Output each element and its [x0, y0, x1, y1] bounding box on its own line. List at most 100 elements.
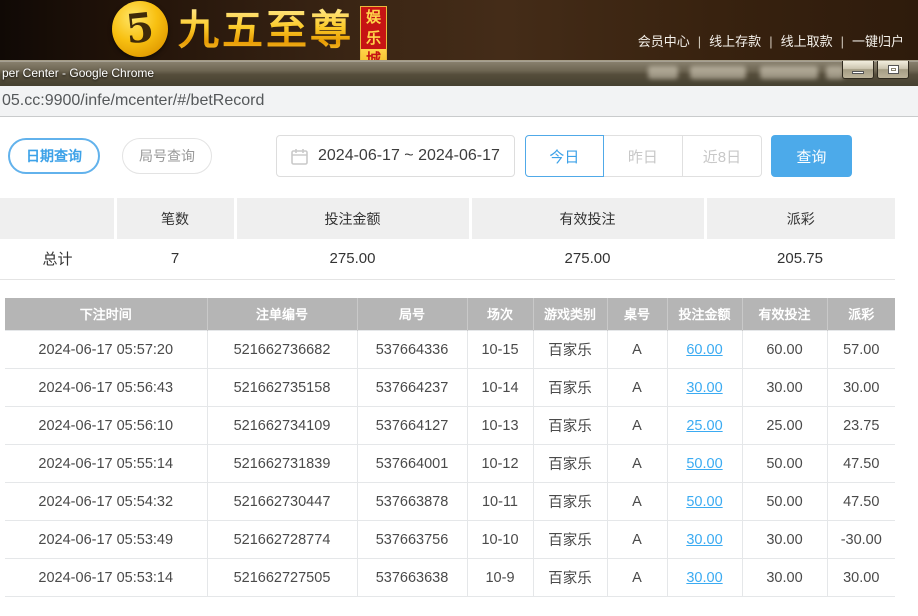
redacted-blob	[760, 66, 818, 79]
nav-link-3[interactable]: 线上取款	[781, 34, 833, 49]
bet-table-header-cell: 派彩	[827, 298, 895, 331]
summary-total-label: 总计	[0, 239, 115, 279]
bet-cell: A	[607, 521, 667, 559]
bet-cell: 47.50	[827, 483, 895, 521]
redacted-blob	[648, 66, 678, 79]
bet-amount-link[interactable]: 60.00	[686, 342, 722, 358]
bet-amount-link[interactable]: 25.00	[686, 418, 722, 434]
bet-cell: 百家乐	[533, 445, 607, 483]
bet-cell: 537663638	[357, 559, 467, 597]
bet-cell: A	[607, 445, 667, 483]
bet-cell: 537664336	[357, 331, 467, 369]
bet-cell: 60.00	[742, 331, 827, 369]
bet-cell: 2024-06-17 05:53:49	[5, 521, 207, 559]
bet-cell: 30.00	[827, 369, 895, 407]
maximize-button[interactable]	[877, 61, 909, 79]
nav-separator: |	[841, 34, 844, 49]
bet-table-header-cell: 桌号	[607, 298, 667, 331]
bet-cell: 10-14	[467, 369, 533, 407]
bet-cell: 30.00	[742, 521, 827, 559]
bet-cell: 百家乐	[533, 559, 607, 597]
nav-link-1[interactable]: 会员中心	[638, 34, 690, 49]
bet-cell: A	[607, 483, 667, 521]
summary-value-cell: 7	[115, 239, 235, 279]
bet-cell: 537663878	[357, 483, 467, 521]
logo-entertainment-badge: 娱乐城	[360, 6, 387, 60]
site-logo: 5 九五至尊 娱乐城	[112, 1, 387, 60]
bet-cell: 47.50	[827, 445, 895, 483]
quick-date-buttons: 今日昨日近8日	[525, 135, 762, 177]
maximize-icon	[888, 65, 899, 74]
bet-cell: 50.00	[742, 483, 827, 521]
bet-cell: 10-9	[467, 559, 533, 597]
bet-cell: A	[607, 331, 667, 369]
bet-table-header-cell: 局号	[357, 298, 467, 331]
nav-separator: |	[769, 34, 772, 49]
window-title: per Center - Google Chrome	[2, 66, 154, 80]
bet-cell: 521662736682	[207, 331, 357, 369]
bet-cell: 537663756	[357, 521, 467, 559]
bet-cell: 2024-06-17 05:53:14	[5, 559, 207, 597]
bet-cell: 57.00	[827, 331, 895, 369]
bet-cell: 2024-06-17 05:55:14	[5, 445, 207, 483]
bet-cell: 60.00	[667, 331, 742, 369]
nav-separator: |	[698, 34, 701, 49]
bet-cell: 521662727505	[207, 559, 357, 597]
bet-table-header-cell: 下注时间	[5, 298, 207, 331]
bet-cell: 2024-06-17 05:57:20	[5, 331, 207, 369]
bet-cell: 30.00	[667, 369, 742, 407]
table-row: 2024-06-17 05:57:20521662736682537664336…	[5, 331, 895, 369]
bet-amount-link[interactable]: 30.00	[686, 532, 722, 548]
bet-amount-link[interactable]: 50.00	[686, 494, 722, 510]
bet-amount-link[interactable]: 30.00	[686, 380, 722, 396]
bet-cell: A	[607, 559, 667, 597]
table-row: 2024-06-17 05:54:32521662730447537663878…	[5, 483, 895, 521]
logo-monogram: 5	[124, 3, 157, 53]
table-row: 2024-06-17 05:56:10521662734109537664127…	[5, 407, 895, 445]
tab-date-query[interactable]: 日期查询	[8, 138, 100, 174]
bet-cell: 30.00	[827, 559, 895, 597]
bet-table-header-cell: 游戏类别	[533, 298, 607, 331]
date-range-value[interactable]: 2024-06-17 ~ 2024-06-17	[318, 147, 500, 165]
bet-cell: 百家乐	[533, 331, 607, 369]
bet-cell: 537664127	[357, 407, 467, 445]
bet-cell: 百家乐	[533, 521, 607, 559]
bet-cell: 30.00	[667, 521, 742, 559]
quick-button-3[interactable]: 近8日	[683, 135, 762, 177]
bet-cell: 537664001	[357, 445, 467, 483]
bet-cell: 百家乐	[533, 483, 607, 521]
quick-button-2[interactable]: 昨日	[604, 135, 683, 177]
tab-round-query[interactable]: 局号查询	[122, 138, 212, 174]
bet-cell: 2024-06-17 05:54:32	[5, 483, 207, 521]
site-banner: 5 九五至尊 娱乐城 会员中心 | 线上存款 | 线上取款 | 一键归户	[0, 0, 918, 60]
minimize-button[interactable]	[842, 61, 874, 79]
bet-cell: 537664237	[357, 369, 467, 407]
bet-cell: A	[607, 407, 667, 445]
bet-cell: 10-12	[467, 445, 533, 483]
bet-table-header-cell: 有效投注	[742, 298, 827, 331]
bet-table-header-cell: 注单编号	[207, 298, 357, 331]
summary-header-cell	[0, 198, 115, 239]
calendar-icon	[291, 148, 308, 165]
logo-title: 九五至尊	[178, 1, 354, 59]
url-text[interactable]: 05.cc:9900/infe/mcenter/#/betRecord	[2, 92, 264, 110]
badge-char: 娱	[361, 7, 386, 28]
nav-link-4[interactable]: 一键归户	[852, 34, 904, 49]
bet-cell: 521662731839	[207, 445, 357, 483]
badge-char: 城	[361, 49, 386, 60]
bet-cell: 2024-06-17 05:56:43	[5, 369, 207, 407]
bet-cell: 10-11	[467, 483, 533, 521]
table-row: 2024-06-17 05:56:43521662735158537664237…	[5, 369, 895, 407]
bet-amount-link[interactable]: 30.00	[686, 570, 722, 586]
filter-tabs: 日期查询局号查询	[8, 138, 234, 174]
bet-table-body: 2024-06-17 05:57:20521662736682537664336…	[5, 331, 895, 597]
bet-amount-link[interactable]: 50.00	[686, 456, 722, 472]
search-button[interactable]: 查询	[771, 135, 852, 177]
bet-cell: 50.00	[667, 483, 742, 521]
date-range-picker[interactable]: 2024-06-17 ~ 2024-06-17	[276, 135, 515, 177]
bet-record-table: 下注时间注单编号局号场次游戏类别桌号投注金额有效投注派彩 2024-06-17 …	[5, 298, 895, 598]
nav-link-2[interactable]: 线上存款	[709, 34, 761, 49]
bet-cell: 23.75	[827, 407, 895, 445]
quick-button-1[interactable]: 今日	[525, 135, 604, 177]
browser-urlbar[interactable]: 05.cc:9900/infe/mcenter/#/betRecord	[0, 86, 918, 117]
